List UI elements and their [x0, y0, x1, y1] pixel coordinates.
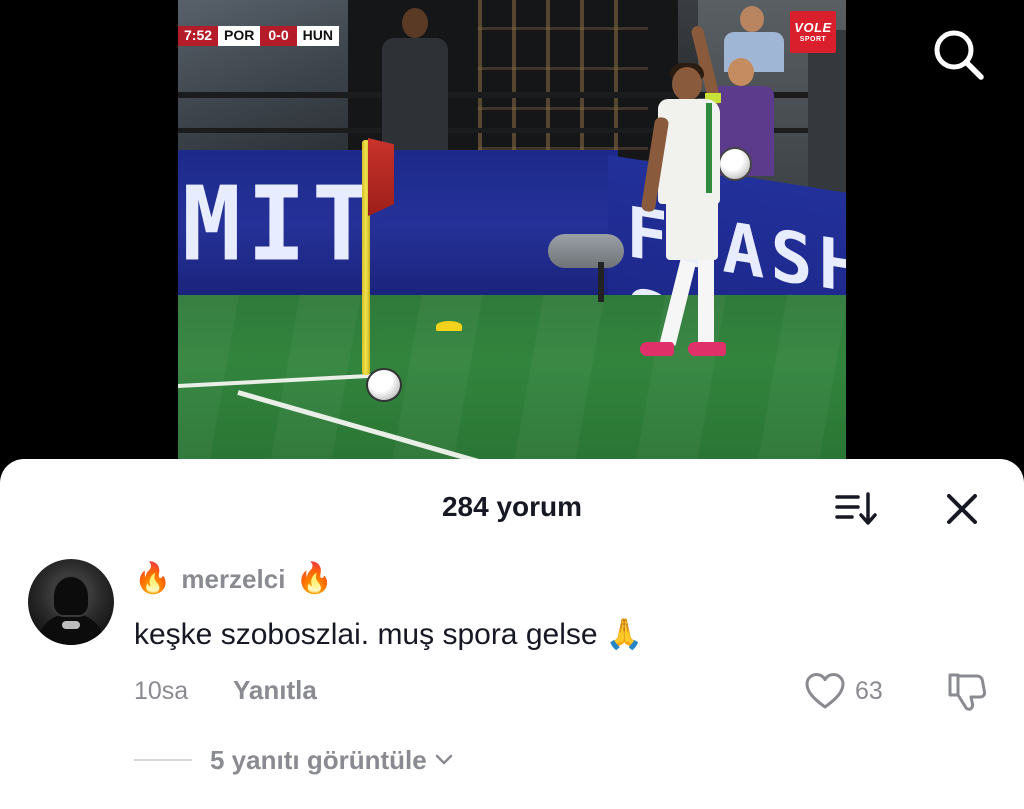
like-count: 63 [855, 677, 883, 705]
close-button[interactable] [940, 487, 984, 531]
username-label: merzelci [181, 563, 286, 594]
like-button[interactable] [804, 671, 846, 711]
search-icon [934, 30, 984, 80]
microphone-stand [598, 262, 604, 302]
broadcaster-logo: VOLE SPORT [790, 11, 836, 53]
broadcaster-logo-line2: SPORT [799, 36, 827, 43]
corner-flag [368, 138, 394, 216]
search-button[interactable] [930, 26, 986, 82]
praying-hands-emoji-icon: 🙏 [605, 618, 643, 651]
sort-button[interactable] [834, 489, 880, 529]
comment-text: keşke szoboszlai. muş spora gelse [134, 618, 598, 651]
scoreboard: 7:52 POR 0-0 HUN [178, 26, 339, 46]
broadcaster-logo-line1: VOLE [794, 20, 832, 35]
fire-emoji-icon: 🔥 [134, 562, 172, 595]
marker-cone [436, 321, 462, 331]
dislike-button[interactable] [944, 669, 990, 715]
video-player[interactable]: MIT FLASH S [178, 0, 846, 462]
home-team: POR [218, 26, 261, 46]
match-clock: 7:52 [178, 26, 219, 46]
player-figure [640, 24, 743, 360]
sort-icon [835, 492, 877, 525]
fire-emoji-icon: 🔥 [295, 562, 333, 595]
steward-figure [378, 8, 450, 153]
view-replies-label: 5 yanıtı görüntüle [210, 744, 427, 775]
match-score: 0-0 [260, 26, 297, 46]
comment-username[interactable]: 🔥 merzelci 🔥 [134, 559, 333, 599]
ad-board-left-text: MIT [182, 165, 378, 285]
heart-icon [805, 673, 845, 709]
close-icon [947, 494, 977, 524]
view-replies-button[interactable]: 5 yanıtı görüntüle [134, 743, 453, 777]
comments-sheet: 284 yorum 🔥 merzelci 🔥 keşke szoboszlai.… [0, 459, 1024, 809]
comment-timestamp: 10sa [134, 677, 189, 705]
away-team: HUN [296, 26, 339, 46]
comment-body: keşke szoboszlai. muş spora gelse 🙏 [134, 617, 643, 652]
commenter-avatar[interactable] [28, 559, 114, 645]
reply-button[interactable]: Yanıtla [233, 675, 317, 706]
match-ball [366, 368, 402, 402]
stand-wall [178, 0, 348, 160]
steward-figure-right [808, 30, 846, 200]
boom-microphone [548, 234, 624, 268]
replies-divider [134, 759, 192, 761]
thumbs-down-icon [948, 673, 987, 711]
chevron-down-icon [435, 754, 452, 765]
